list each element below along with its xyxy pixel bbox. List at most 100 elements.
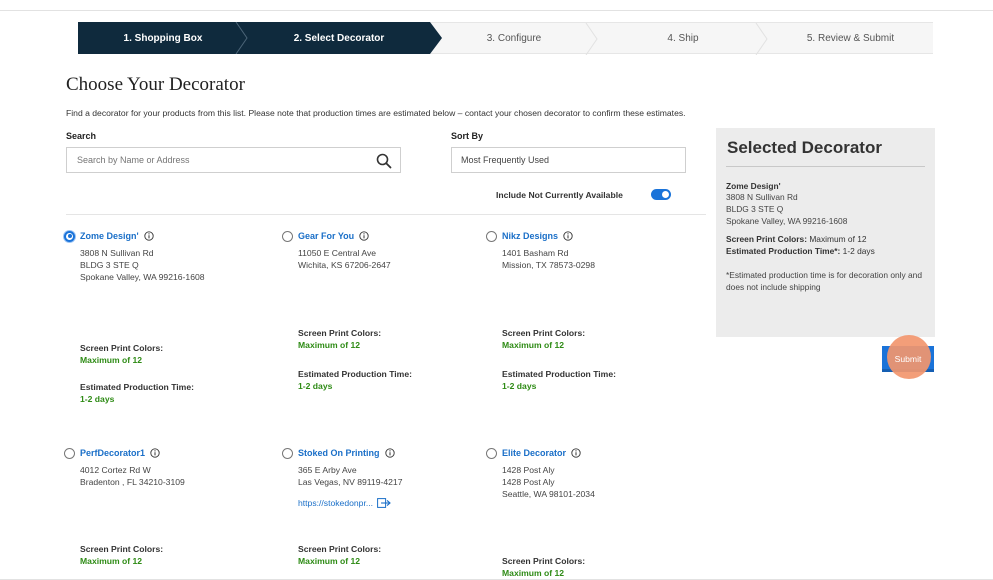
address-line: Wichita, KS 67206-2647: [298, 260, 391, 270]
attr-label: Screen Print Colors:: [298, 544, 382, 554]
screen-print-colors: Screen Print Colors: Maximum of 12: [298, 328, 381, 350]
decorator-radio[interactable]: [64, 447, 75, 459]
checkout-stepper: 1. Shopping Box 2. Select Decorator 3. C…: [78, 22, 933, 55]
step-separator-icon: [585, 23, 598, 55]
attr-value: 1-2 days: [502, 381, 537, 391]
attr-label: Screen Print Colors:: [298, 328, 382, 338]
screen-print-colors: Screen Print Colors: Maximum of 12: [80, 544, 163, 566]
screen-print-colors: Screen Print Colors: Maximum of 12: [502, 328, 585, 350]
decorator-radio[interactable]: [282, 230, 293, 242]
step-label: 2. Select Decorator: [293, 32, 385, 44]
decorator-card: Gear For You 11050 E Central Ave Wichita…: [282, 229, 472, 399]
info-icon[interactable]: [384, 448, 395, 458]
screen-print-colors: Screen Print Colors: Maximum of 12: [80, 343, 163, 365]
address-line: Bradenton , FL 34210-3109: [80, 477, 185, 487]
selected-decorator-panel: Selected Decorator Zome Design' 3808 N S…: [716, 128, 935, 337]
selected-address-line: BLDG 3 STE Q: [726, 204, 784, 214]
address-line: 3808 N Sullivan Rd: [80, 248, 154, 258]
info-icon[interactable]: [144, 231, 154, 241]
address-line: 1401 Basham Rd: [502, 248, 569, 258]
step-configure[interactable]: 3. Configure: [430, 22, 598, 55]
search-icon[interactable]: [376, 153, 392, 169]
decorator-name-link[interactable]: Nikz Designs: [502, 231, 558, 241]
selected-colors-label: Screen Print Colors:: [726, 234, 807, 244]
attr-label: Screen Print Colors:: [502, 556, 586, 566]
step-separator-icon: [235, 22, 248, 54]
decorator-radio[interactable]: [486, 230, 497, 242]
address-line: 4012 Cortez Rd W: [80, 465, 151, 475]
decorator-name-link[interactable]: Elite Decorator: [502, 448, 566, 458]
address-line: 11050 E Central Ave: [298, 248, 377, 258]
decorator-card: Elite Decorator 1428 Post Aly 1428 Post …: [486, 446, 676, 580]
step-review-submit[interactable]: 5. Review & Submit: [768, 22, 933, 54]
decorator-address: 1401 Basham Rd Mission, TX 78573-0298: [502, 247, 676, 271]
sort-select[interactable]: Most Frequently Used: [451, 147, 686, 173]
attr-label: Screen Print Colors:: [80, 544, 164, 554]
step-select-decorator[interactable]: 2. Select Decorator: [248, 22, 442, 54]
decorator-card: Stoked On Printing 365 E Arby Ave Las Ve…: [282, 446, 472, 576]
decorator-website-link[interactable]: https://stokedonpr...: [298, 498, 472, 508]
sort-label: Sort By: [451, 131, 484, 141]
info-icon[interactable]: [563, 231, 573, 241]
decorator-address: 11050 E Central Ave Wichita, KS 67206-26…: [298, 247, 472, 271]
selected-address-line: 3808 N Sullivan Rd: [726, 192, 798, 202]
selected-address-line: Spokane Valley, WA 99216-1608: [726, 216, 848, 226]
address-line: Las Vegas, NV 89119-4217: [298, 477, 403, 487]
decorator-name-link[interactable]: Stoked On Printing: [298, 448, 380, 458]
selected-decorator-name: Zome Design': [726, 181, 781, 191]
attr-value: Maximum of 12: [298, 340, 361, 350]
estimate-note: *Estimated production time is for decora…: [726, 270, 922, 292]
attr-value: Maximum of 12: [80, 355, 143, 365]
page-title: Choose Your Decorator: [66, 74, 245, 95]
address-line: 365 E Arby Ave: [298, 465, 357, 475]
search-input[interactable]: [77, 155, 367, 165]
decorator-card: Zome Design' 3808 N Sullivan Rd BLDG 3 S…: [64, 229, 254, 414]
decorator-name-link[interactable]: Gear For You: [298, 231, 354, 241]
decorator-name-link[interactable]: Zome Design': [80, 231, 139, 241]
production-time: Estimated Production Time: 1-2 days: [80, 382, 194, 404]
attr-label: Estimated Production Time:: [80, 382, 194, 392]
selected-colors: Screen Print Colors: Maximum of 12: [726, 233, 925, 245]
selected-time: Estimated Production Time*: 1-2 days: [726, 245, 925, 257]
top-divider: [0, 10, 993, 11]
decorator-address: 4012 Cortez Rd W Bradenton , FL 34210-31…: [80, 464, 254, 488]
search-label: Search: [66, 131, 97, 141]
search-field: [66, 147, 401, 173]
address-line: 1428 Post Aly: [502, 465, 555, 475]
decorator-address: 1428 Post Aly 1428 Post Aly Seattle, WA …: [502, 464, 676, 500]
info-icon[interactable]: [359, 231, 369, 241]
address-line: BLDG 3 STE Q: [80, 260, 139, 270]
info-icon[interactable]: [150, 448, 160, 458]
include-unavailable-toggle[interactable]: [651, 189, 671, 200]
step-label: 1. Shopping Box: [123, 32, 203, 44]
screen-print-colors: Screen Print Colors: Maximum of 12: [502, 556, 585, 578]
production-time: Estimated Production Time: 1-2 days: [502, 369, 616, 391]
attr-label: Estimated Production Time:: [502, 369, 616, 379]
step-shopping-box[interactable]: 1. Shopping Box: [78, 22, 248, 54]
decorator-radio[interactable]: [64, 230, 75, 242]
attr-label: Estimated Production Time:: [298, 369, 412, 379]
submit-button[interactable]: Submit: [882, 346, 934, 372]
decorator-radio[interactable]: [486, 447, 497, 459]
decorator-address: 3808 N Sullivan Rd BLDG 3 STE Q Spokane …: [80, 247, 254, 283]
include-unavailable-label: Include Not Currently Available: [496, 190, 623, 200]
step-label: 4. Ship: [667, 32, 699, 44]
selected-colors-value: Maximum of 12: [809, 234, 867, 244]
address-line: 1428 Post Aly: [502, 477, 555, 487]
attr-value: 1-2 days: [298, 381, 333, 391]
step-separator-icon: [755, 23, 768, 55]
info-icon[interactable]: [571, 448, 581, 458]
toggle-knob: [662, 191, 669, 198]
intro-text: Find a decorator for your products from …: [66, 108, 686, 118]
decorator-name-link[interactable]: PerfDecorator1: [80, 448, 145, 458]
website-link-text: https://stokedonpr...: [298, 498, 374, 508]
step-ship[interactable]: 4. Ship: [598, 22, 768, 55]
address-line: Mission, TX 78573-0298: [502, 260, 595, 270]
attr-label: Screen Print Colors:: [80, 343, 164, 353]
decorator-radio[interactable]: [282, 447, 293, 459]
address-line: Spokane Valley, WA 99216-1608: [80, 272, 205, 282]
decorator-address: 365 E Arby Ave Las Vegas, NV 89119-4217: [298, 464, 472, 488]
attr-value: Maximum of 12: [502, 340, 565, 350]
attr-label: Screen Print Colors:: [502, 328, 586, 338]
decorator-card: PerfDecorator1 4012 Cortez Rd W Bradento…: [64, 446, 254, 576]
